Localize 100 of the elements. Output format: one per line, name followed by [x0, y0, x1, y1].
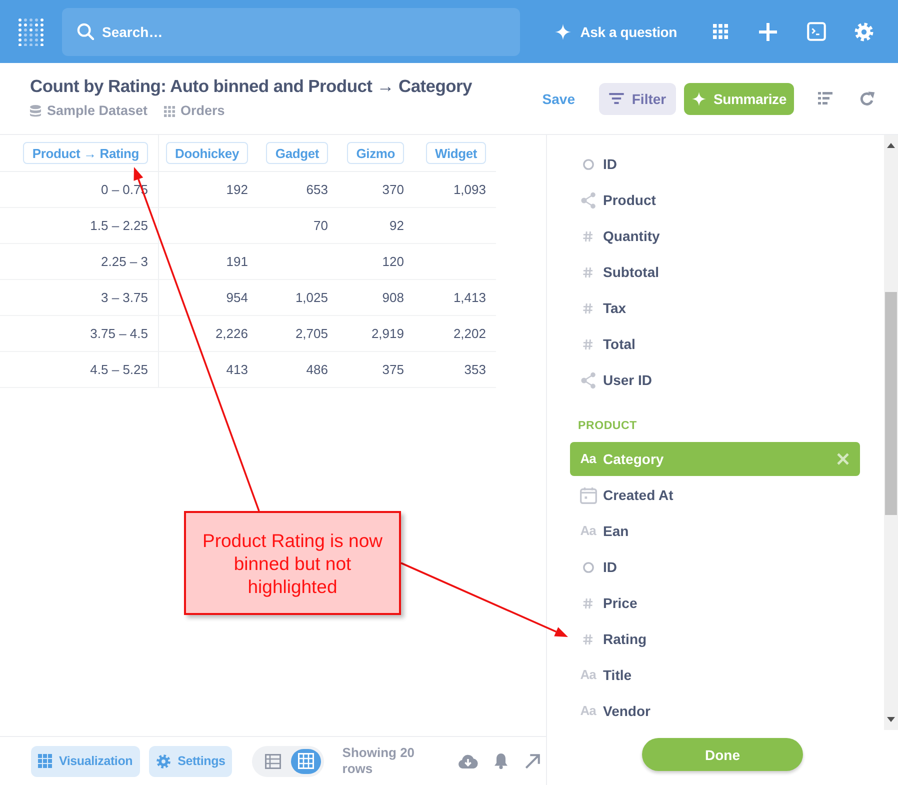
- field-item[interactable]: Aa Title: [570, 658, 860, 692]
- hash-icon: [583, 302, 593, 314]
- close-icon[interactable]: [837, 453, 849, 465]
- scrollbar-thumb[interactable]: [885, 292, 897, 515]
- field-item[interactable]: Tax: [570, 291, 860, 325]
- list-icon[interactable]: [818, 92, 833, 105]
- scroll-down-icon[interactable]: [887, 717, 895, 722]
- scroll-up-icon[interactable]: [887, 143, 895, 148]
- sparkle-icon: [692, 92, 706, 106]
- field-item[interactable]: Product: [570, 183, 860, 217]
- table-cell: 2,202: [453, 326, 486, 341]
- section-heading: PRODUCT: [578, 419, 638, 433]
- circle-icon: [582, 562, 594, 572]
- apps-grid-icon[interactable]: [712, 24, 728, 39]
- field-item[interactable]: ID: [570, 147, 860, 181]
- visualization-button[interactable]: Visualization: [31, 746, 140, 776]
- filter-button[interactable]: Filter: [599, 82, 676, 114]
- field-item[interactable]: Total: [570, 327, 860, 361]
- scrollbar[interactable]: [884, 135, 898, 730]
- hash-icon: [583, 230, 593, 242]
- field-item[interactable]: Created At: [570, 478, 860, 512]
- save-button[interactable]: Save: [542, 90, 575, 106]
- column-header[interactable]: Product → Rating: [23, 142, 148, 164]
- text-type-icon: Aa: [580, 704, 596, 718]
- download-icon[interactable]: [458, 753, 478, 769]
- logo-icon[interactable]: [18, 18, 44, 46]
- database-link[interactable]: Sample Dataset: [30, 102, 148, 120]
- table-cell: 908: [382, 290, 404, 305]
- text-type-icon: Aa: [580, 668, 596, 682]
- column-header[interactable]: Doohickey: [166, 142, 248, 164]
- bell-icon[interactable]: [494, 753, 508, 769]
- hash-icon: [583, 634, 593, 644]
- settings-button[interactable]: Settings: [148, 746, 232, 776]
- connection-icon: [580, 372, 596, 388]
- search-icon: [77, 22, 94, 40]
- settings-icon[interactable]: [854, 22, 874, 42]
- summarize-button[interactable]: Summarize: [684, 82, 794, 114]
- sparkle-icon: [555, 24, 572, 40]
- hash-icon: [583, 598, 593, 608]
- plus-icon[interactable]: [759, 22, 777, 40]
- table-cell: 2,919: [371, 326, 404, 341]
- table-cell: 413: [226, 362, 248, 377]
- field-item[interactable]: ID: [570, 550, 860, 584]
- table-cell: 120: [382, 254, 404, 269]
- row-count: Showing 20 rows: [342, 745, 416, 777]
- grid-icon: [298, 753, 314, 769]
- calendar-icon: [580, 486, 596, 504]
- table-cell: 486: [306, 362, 328, 377]
- filter-icon: [608, 93, 624, 104]
- text-type-icon: Aa: [580, 452, 596, 466]
- field-item[interactable]: Aa Category: [570, 442, 860, 476]
- table-cell: 1,413: [453, 290, 486, 305]
- pivot-view-button[interactable]: [291, 748, 322, 774]
- field-item[interactable]: Quantity: [570, 219, 860, 253]
- field-item[interactable]: Price: [570, 586, 860, 620]
- row-label: 4.5 – 5.25: [90, 362, 148, 377]
- table-cell: 954: [226, 290, 248, 305]
- table-cell: 191: [226, 254, 248, 269]
- table-cell: 353: [464, 362, 486, 377]
- field-item[interactable]: Aa Vendor: [570, 694, 860, 728]
- row-label: 2.25 – 3: [101, 254, 148, 269]
- row-label: 1.5 – 2.25: [90, 218, 148, 233]
- database-icon: [30, 105, 41, 117]
- field-item[interactable]: Rating: [570, 622, 860, 656]
- connection-icon: [580, 192, 596, 208]
- row-label: 3 – 3.75: [101, 290, 148, 305]
- field-item[interactable]: Aa Ean: [570, 514, 860, 548]
- expand-arrow-icon[interactable]: [525, 754, 540, 768]
- table-grid-icon: [164, 106, 175, 116]
- table-cell: 2,705: [295, 326, 328, 341]
- settings-icon: [156, 754, 171, 768]
- table-cell: 192: [226, 182, 248, 197]
- field-item[interactable]: Subtotal: [570, 255, 860, 289]
- text-type-icon: Aa: [580, 524, 596, 538]
- column-header[interactable]: Widget: [426, 142, 486, 164]
- table-cell: 370: [382, 182, 404, 197]
- table-cell: 92: [390, 218, 404, 233]
- row-label: 3.75 – 4.5: [90, 326, 148, 341]
- grid-icon: [38, 754, 52, 768]
- table-cell: 1,093: [453, 182, 486, 197]
- column-header[interactable]: Gizmo: [347, 142, 404, 164]
- hash-icon: [583, 338, 593, 350]
- table-cell: 70: [314, 218, 328, 233]
- field-item[interactable]: User ID: [570, 363, 860, 397]
- callout-note: Product Rating is now binned but not highlighted: [184, 511, 401, 615]
- column-header[interactable]: Gadget: [266, 142, 328, 164]
- table-cell: 2,226: [215, 326, 248, 341]
- refresh-icon[interactable]: [859, 90, 875, 106]
- done-button[interactable]: Done: [642, 738, 803, 771]
- table-cell: 1,025: [295, 290, 328, 305]
- page-title: Count by Rating: Auto binned and Product → Category: [30, 75, 472, 97]
- search-field[interactable]: Search…: [62, 8, 520, 56]
- hash-icon: [583, 266, 593, 278]
- circle-icon: [582, 158, 594, 170]
- table-link[interactable]: Orders: [164, 102, 225, 120]
- ask-question-button[interactable]: Ask a question: [555, 24, 677, 40]
- table-cell: 653: [306, 182, 328, 197]
- table-cell: 375: [382, 362, 404, 377]
- table-icon: [265, 754, 282, 768]
- terminal-icon[interactable]: [806, 22, 826, 41]
